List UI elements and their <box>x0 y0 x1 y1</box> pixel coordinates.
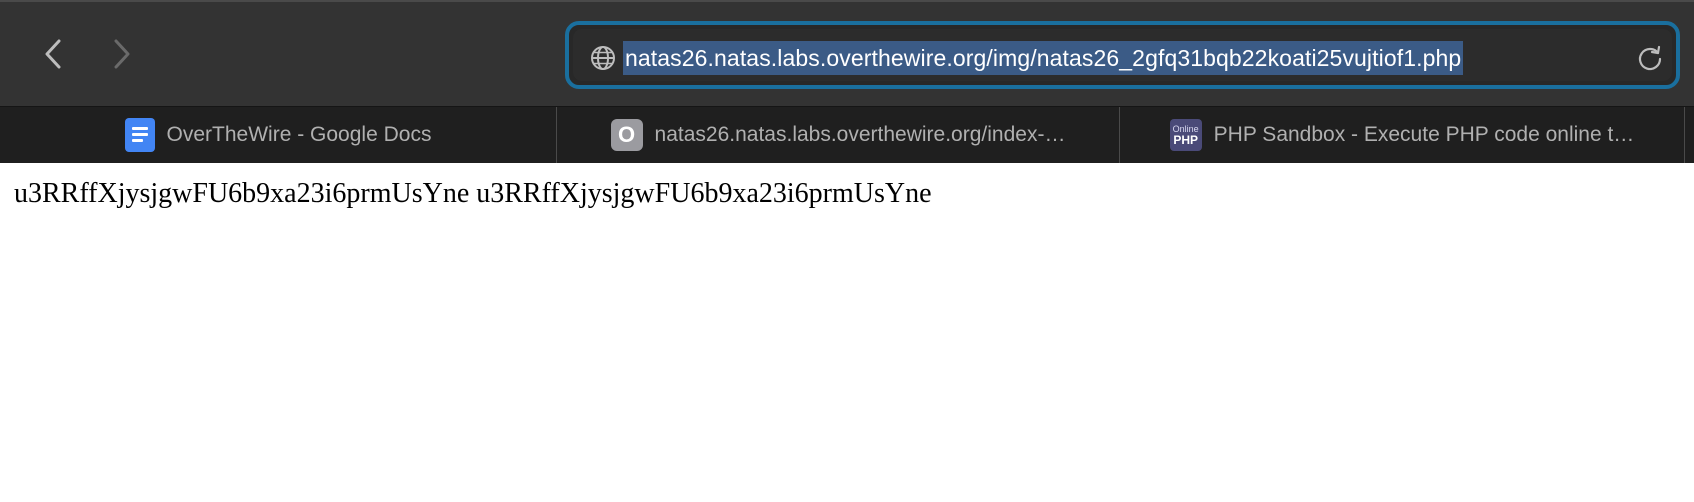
chevron-left-icon <box>45 39 61 69</box>
page-body-text: u3RRffXjysjgwFU6b9xa23i6prmUsYne u3RRffX… <box>14 178 932 209</box>
address-bar-inner: natas26.natas.labs.overthewire.org/img/n… <box>573 29 1672 81</box>
url-text[interactable]: natas26.natas.labs.overthewire.org/img/n… <box>623 41 1464 75</box>
tab-label: OverTheWire - Google Docs <box>166 123 432 146</box>
google-docs-icon <box>124 118 155 152</box>
browser-toolbar: natas26.natas.labs.overthewire.org/img/n… <box>0 0 1694 106</box>
tab-divider <box>1684 107 1685 163</box>
tab-natas26-index[interactable]: O natas26.natas.labs.overthewire.org/ind… <box>557 107 1119 163</box>
address-bar[interactable]: natas26.natas.labs.overthewire.org/img/n… <box>565 21 1680 89</box>
tab-label: PHP Sandbox - Execute PHP code online t… <box>1213 123 1635 146</box>
tab-google-docs[interactable]: OverTheWire - Google Docs <box>0 107 556 163</box>
back-button[interactable] <box>31 32 75 76</box>
chevron-right-icon <box>114 39 130 69</box>
forward-button[interactable] <box>100 32 144 76</box>
globe-icon <box>591 46 615 70</box>
online-php-icon-bottom-text: PHP <box>1173 132 1199 147</box>
letter-o-icon: O <box>610 119 643 151</box>
tab-php-sandbox[interactable]: Online PHP PHP Sandbox - Execute PHP cod… <box>1120 107 1684 163</box>
tab-label: natas26.natas.labs.overthewire.org/index… <box>654 123 1066 146</box>
tab-bar: OverTheWire - Google Docs O natas26.nata… <box>0 106 1694 163</box>
reload-icon[interactable] <box>1636 44 1664 72</box>
online-php-icon: Online PHP <box>1169 119 1202 151</box>
